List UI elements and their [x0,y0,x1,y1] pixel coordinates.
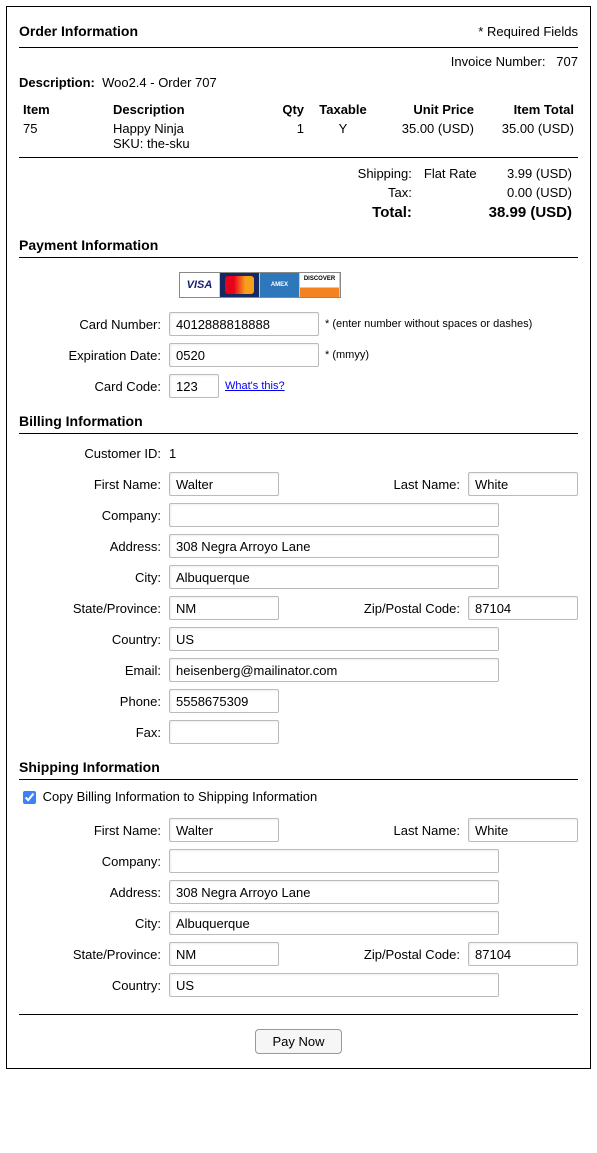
shipping-heading: Shipping Information [19,759,578,775]
billing-fax-input[interactable] [169,720,279,744]
billing-phone-label: Phone: [19,694,169,709]
shipping-zip-label: Zip/Postal Code: [364,947,468,962]
billing-zip-label: Zip/Postal Code: [364,601,468,616]
shipping-company-label: Company: [19,854,169,869]
billing-address-label: Address: [19,539,169,554]
col-qty: Qty [268,100,308,119]
billing-country-label: Country: [19,632,169,647]
cell-item: 75 [19,119,109,153]
invoice-number-label: Invoice Number: [451,54,546,69]
card-code-input[interactable] [169,374,219,398]
shipping-first-name-input[interactable] [169,818,279,842]
divider [19,433,578,434]
cell-description: Happy Ninja SKU: the-sku [109,119,268,153]
shipping-state-input[interactable] [169,942,279,966]
shipping-city-input[interactable] [169,911,499,935]
invoice-number-value: 707 [556,54,578,69]
pay-now-button[interactable]: Pay Now [255,1029,341,1054]
billing-email-input[interactable] [169,658,499,682]
billing-city-label: City: [19,570,169,585]
shipping-zip-input[interactable] [468,942,578,966]
order-form: Order Information * Required Fields Invo… [6,6,591,1069]
expiration-input[interactable] [169,343,319,367]
customer-id-label: Customer ID: [19,446,169,461]
items-table: Item Description Qty Taxable Unit Price … [19,100,578,153]
whats-this-link[interactable]: What's this? [225,380,285,392]
amex-icon: AMEX [260,273,300,297]
cell-item-total: 35.00 (USD) [478,119,578,153]
expiration-hint: * (mmyy) [325,349,369,361]
card-number-label: Card Number: [19,317,169,332]
billing-first-name-input[interactable] [169,472,279,496]
billing-fax-label: Fax: [19,725,169,740]
col-unit-price: Unit Price [378,100,478,119]
billing-country-input[interactable] [169,627,499,651]
divider [19,779,578,780]
shipping-last-name-input[interactable] [468,818,578,842]
total-label: Total: [352,202,418,223]
card-number-hint: * (enter number without spaces or dashes… [325,318,532,330]
billing-heading: Billing Information [19,413,578,429]
billing-zip-input[interactable] [468,596,578,620]
required-fields-note: * Required Fields [478,24,578,39]
billing-address-input[interactable] [169,534,499,558]
shipping-method: Flat Rate [418,164,483,183]
card-code-label: Card Code: [19,379,169,394]
billing-first-name-label: First Name: [19,477,169,492]
mastercard-icon [220,273,260,297]
cell-unit-price: 35.00 (USD) [378,119,478,153]
shipping-country-input[interactable] [169,973,499,997]
billing-last-name-label: Last Name: [394,477,468,492]
tax-value: 0.00 (USD) [483,183,578,202]
discover-icon: DISCOVER [300,273,340,297]
item-sku: SKU: the-sku [113,136,190,151]
visa-icon: VISA [180,273,220,297]
billing-company-label: Company: [19,508,169,523]
shipping-country-label: Country: [19,978,169,993]
shipping-address-input[interactable] [169,880,499,904]
order-description-value: Woo2.4 - Order 707 [102,75,217,90]
col-taxable: Taxable [308,100,378,119]
customer-id-value: 1 [169,446,176,461]
divider [19,157,578,158]
expiration-label: Expiration Date: [19,348,169,363]
cell-qty: 1 [268,119,308,153]
divider [19,1014,578,1015]
shipping-company-input[interactable] [169,849,499,873]
billing-phone-input[interactable] [169,689,279,713]
copy-billing-checkbox[interactable] [23,791,36,804]
tax-label: Tax: [352,183,418,202]
col-description: Description [109,100,268,119]
billing-city-input[interactable] [169,565,499,589]
billing-state-input[interactable] [169,596,279,620]
shipping-last-name-label: Last Name: [394,823,468,838]
divider [19,257,578,258]
shipping-first-name-label: First Name: [19,823,169,838]
shipping-address-label: Address: [19,885,169,900]
billing-email-label: Email: [19,663,169,678]
billing-last-name-input[interactable] [468,472,578,496]
col-item: Item [19,100,109,119]
divider [19,47,578,48]
total-value: 38.99 (USD) [483,202,578,223]
col-item-total: Item Total [478,100,578,119]
billing-state-label: State/Province: [19,601,169,616]
order-info-heading: Order Information [19,23,138,39]
shipping-value: 3.99 (USD) [483,164,578,183]
card-number-input[interactable] [169,312,319,336]
shipping-label: Shipping: [352,164,418,183]
cell-taxable: Y [308,119,378,153]
order-description-label: Description: [19,75,95,90]
shipping-city-label: City: [19,916,169,931]
totals-block: Shipping: Flat Rate 3.99 (USD) Tax: 0.00… [19,164,578,223]
item-name: Happy Ninja [113,121,184,136]
shipping-state-label: State/Province: [19,947,169,962]
card-logos: VISA AMEX DISCOVER [179,272,341,298]
billing-company-input[interactable] [169,503,499,527]
table-row: 75 Happy Ninja SKU: the-sku 1 Y 35.00 (U… [19,119,578,153]
copy-billing-label: Copy Billing Information to Shipping Inf… [43,789,318,804]
payment-heading: Payment Information [19,237,578,253]
